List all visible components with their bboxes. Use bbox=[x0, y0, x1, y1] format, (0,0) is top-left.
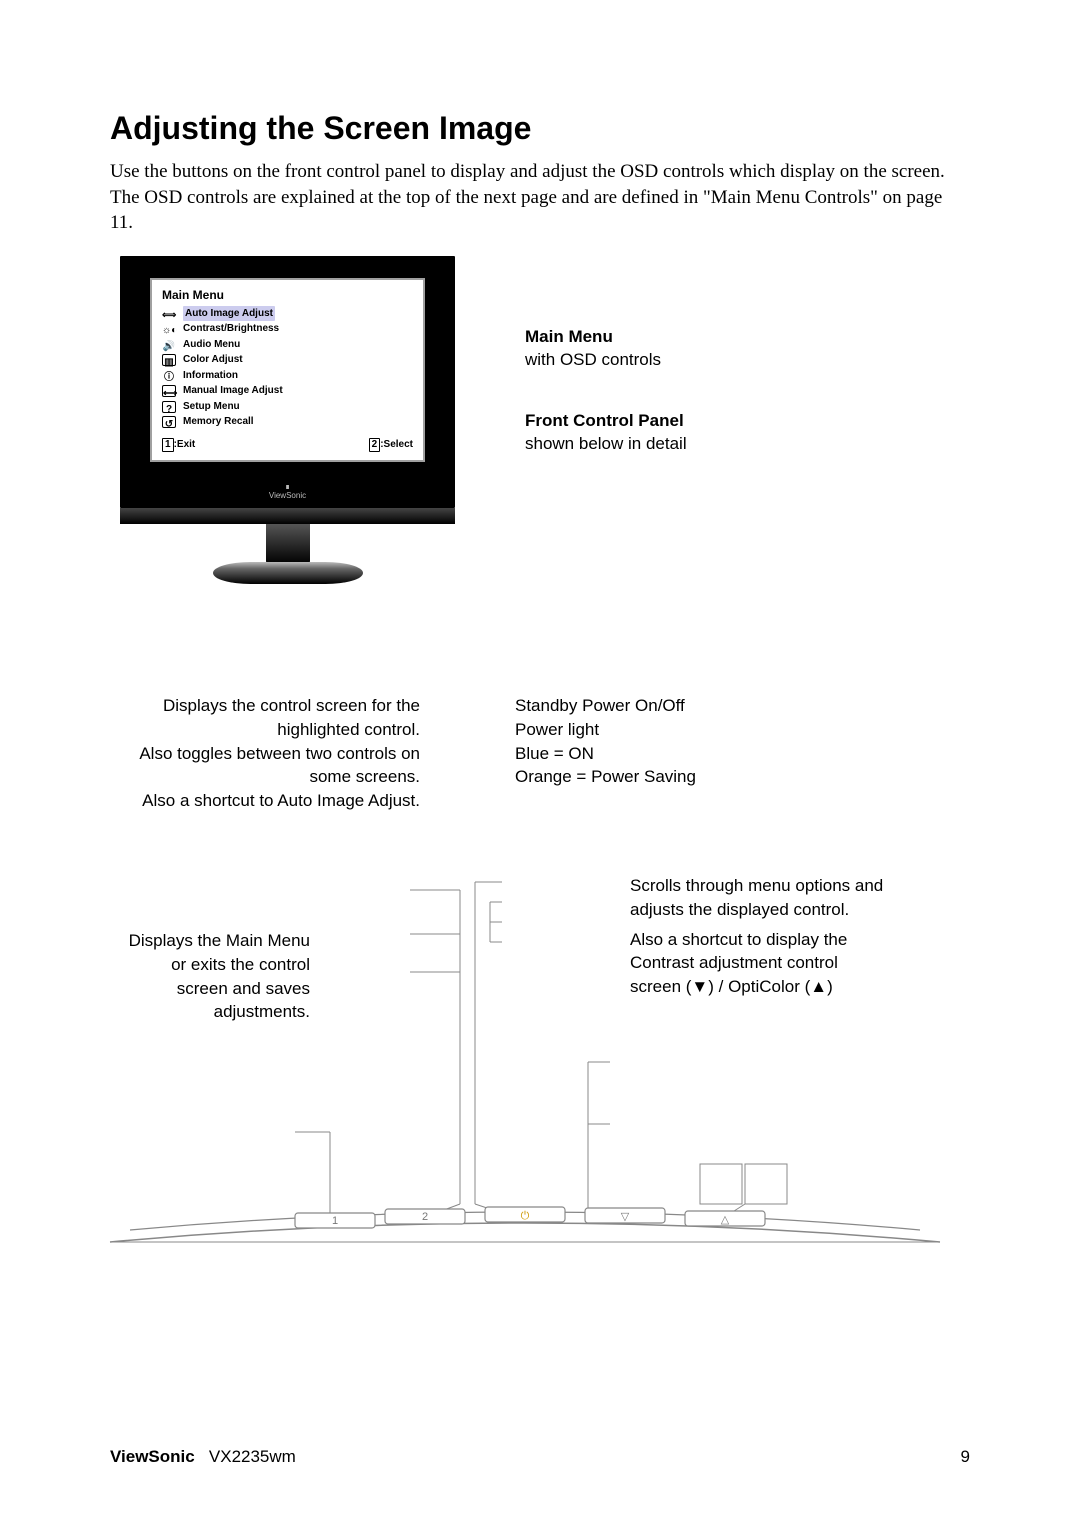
setup-icon: ? bbox=[162, 401, 176, 413]
callout-text: Also toggles between two controls on som… bbox=[125, 742, 420, 790]
front-control-panel-label: Front Control Panel bbox=[525, 410, 687, 433]
callout-text: Orange = Power Saving bbox=[515, 765, 795, 789]
button-2-icon: 2 bbox=[422, 1211, 428, 1223]
osd-panel: Main Menu ⟺ Auto Image Adjust ☼◐ Contrast/… bbox=[150, 278, 425, 462]
auto-image-adjust-icon: ⟺ bbox=[162, 308, 176, 320]
down-icon: ▽ bbox=[621, 1211, 630, 1223]
front-control-panel-sub: shown below in detail bbox=[525, 433, 687, 456]
page-number: 9 bbox=[961, 1447, 970, 1467]
button-1-icon: 1 bbox=[332, 1215, 338, 1227]
footer-brand: ViewSonic bbox=[110, 1447, 195, 1466]
up-icon: △ bbox=[721, 1214, 730, 1226]
callout-text: Displays the control screen for the high… bbox=[125, 694, 420, 742]
contrast-icon: ☼◐ bbox=[162, 323, 176, 335]
osd-exit: 1:Exit bbox=[162, 438, 195, 452]
viewsonic-logo: ∎ViewSonic bbox=[150, 482, 425, 500]
osd-item-label: Memory Recall bbox=[183, 414, 254, 430]
callout-text: Blue = ON bbox=[515, 742, 795, 766]
control-panel-diagram: Displays the control screen for the high… bbox=[110, 694, 970, 1264]
manual-adjust-icon: ⟷ bbox=[162, 385, 176, 397]
memory-recall-icon: ↺ bbox=[162, 416, 176, 428]
osd-item-label: Information bbox=[183, 368, 238, 384]
footer-model: VX2235wm bbox=[209, 1447, 296, 1466]
information-icon: ⓘ bbox=[162, 370, 176, 382]
monitor-illustration: Main Menu ⟺ Auto Image Adjust ☼◐ Contrast/… bbox=[110, 256, 970, 584]
osd-item-label: Setup Menu bbox=[183, 399, 240, 415]
osd-item-label: Audio Menu bbox=[183, 337, 240, 353]
page-footer: ViewSonic VX2235wm 9 bbox=[110, 1447, 970, 1467]
osd-item-label: Auto Image Adjust bbox=[183, 306, 275, 322]
intro-text: Use the buttons on the front control pan… bbox=[110, 159, 970, 236]
osd-item-label: Manual Image Adjust bbox=[183, 383, 283, 399]
callout-text: Standby Power On/Off bbox=[515, 694, 795, 718]
power-icon: ⏻ bbox=[521, 1210, 530, 1222]
callout-text: Also a shortcut to Auto Image Adjust. bbox=[125, 789, 420, 813]
osd-item-label: Contrast/Brightness bbox=[183, 321, 279, 337]
page-title: Adjusting the Screen Image bbox=[110, 110, 970, 147]
osd-select: 2:Select bbox=[369, 438, 413, 452]
callout-text: Power light bbox=[515, 718, 795, 742]
main-menu-label: Main Menu bbox=[525, 326, 687, 349]
color-adjust-icon: ▥ bbox=[162, 354, 176, 366]
audio-icon: 🔊 bbox=[162, 339, 176, 351]
osd-item-label: Color Adjust bbox=[183, 352, 243, 368]
main-menu-sub: with OSD controls bbox=[525, 349, 687, 372]
osd-title: Main Menu bbox=[162, 288, 413, 302]
